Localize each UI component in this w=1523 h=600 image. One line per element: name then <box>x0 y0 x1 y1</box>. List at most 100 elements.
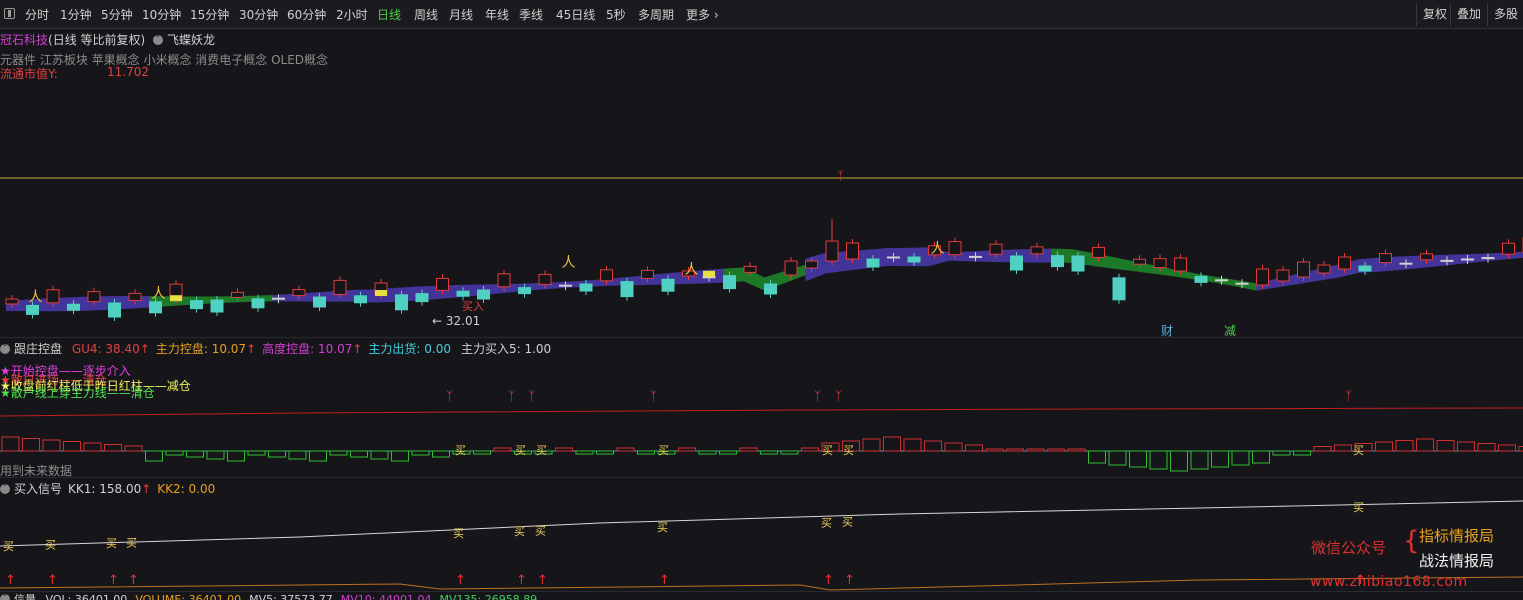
control-bar <box>1047 448 1065 452</box>
candle-body <box>67 303 80 311</box>
control-bar <box>83 442 102 452</box>
dropdown-circle-icon[interactable] <box>153 30 164 45</box>
control-bar <box>1006 448 1024 452</box>
control-bar <box>575 450 594 455</box>
man-marker-icon: 人 <box>931 241 945 257</box>
candle-body <box>190 300 203 310</box>
control-bar <box>903 438 922 452</box>
up-arrow-icon: ↑ <box>352 342 363 356</box>
candle-body <box>579 283 593 292</box>
candle-body <box>641 269 654 279</box>
control-bar <box>739 447 758 452</box>
buy-signal-icon: 买 <box>45 539 56 552</box>
red-arrow-icon: ↑ <box>537 573 548 588</box>
control-bar <box>596 450 614 455</box>
indicator-name[interactable]: 飞蝶妖龙 <box>167 33 215 47</box>
control-bar <box>391 450 409 462</box>
candle-body <box>1071 255 1085 272</box>
chart-canvas: 人人人 人人ᛉᛉ ᛉ ᛉ ᛉ ᛉ ᛉ ᛉ买买买买买买买买↑买↑买↑买↑买↑买↑买↑买↑买↑买↑… <box>0 169 1523 591</box>
stock-name[interactable]: 冠石科技 <box>0 33 48 47</box>
control-bar <box>1 436 20 452</box>
control-bar <box>1108 450 1127 466</box>
butterfly-icon: ᛉ <box>814 389 821 403</box>
candle-body <box>764 283 777 295</box>
buy-signal-icon: 买 <box>822 444 833 457</box>
buy-signal-icon: 买 <box>514 525 525 538</box>
candle-body <box>1256 268 1269 286</box>
highlight-candle <box>703 270 715 277</box>
highlight-candle <box>375 290 387 296</box>
control-bar <box>1026 448 1045 452</box>
control-bar <box>1416 438 1434 452</box>
control-bar <box>965 444 983 452</box>
buy-signal-icon: 买 <box>106 537 117 550</box>
panel2-value-1: 主力控盘: 10.07 <box>155 342 247 356</box>
control-bar <box>186 450 204 458</box>
control-bar <box>309 450 327 462</box>
dropdown-circle-icon[interactable] <box>0 339 10 354</box>
buy-signal-icon: 买 <box>843 444 854 457</box>
panel-divider <box>0 477 1523 478</box>
panel2-title[interactable]: 跟庄控盘 <box>14 342 62 356</box>
panel3-title[interactable]: 买入信号 <box>14 482 62 496</box>
buy-signal-icon: 买 <box>658 444 669 457</box>
wechat-label: 微信公众号 <box>1311 539 1387 557</box>
low-price-value: 32.01 <box>445 314 481 328</box>
candle-body <box>1481 257 1495 260</box>
control-bar <box>1436 440 1455 452</box>
control-bar <box>985 448 1004 452</box>
candle-body <box>600 269 613 282</box>
up-arrow-icon: ↑ <box>246 342 257 356</box>
candle-body <box>313 296 326 308</box>
control-bar <box>432 450 450 458</box>
candle-body <box>456 290 470 297</box>
red-arrow-icon: ↑ <box>455 573 466 588</box>
buy-signal-icon: 买 <box>536 444 547 457</box>
legend-line-3: ★散户线上穿主力线——清仓 <box>0 386 155 400</box>
red-arrow-icon: ↑ <box>844 573 855 588</box>
candle-body <box>1317 264 1331 274</box>
buy-signal-icon: 买 <box>453 527 464 540</box>
control-bar <box>370 450 389 460</box>
control-bar <box>1170 450 1188 472</box>
buy-signal-icon: 买 <box>455 444 466 457</box>
control-bar <box>637 450 655 455</box>
kk2-value: KK2: 0.00 <box>157 482 216 496</box>
candle-body <box>887 256 900 259</box>
buy-signal-icon: 买 <box>535 525 546 538</box>
panel2-value-4: 主力买入5: 1.00 <box>460 342 552 356</box>
red-arrow-icon: ↑ <box>516 573 527 588</box>
control-bar <box>247 450 266 456</box>
site-url: www.zhibiao168.com <box>1310 574 1468 590</box>
low-price-label: ← 32.01 <box>432 314 481 328</box>
man-marker-icon: 人 <box>685 262 699 278</box>
candle-body <box>1502 242 1515 255</box>
candle-body <box>1399 262 1413 265</box>
kk1-value: KK1: 158.00 <box>68 482 142 496</box>
dropdown-circle-icon[interactable] <box>0 479 10 494</box>
brand-line2: 战法情报局 <box>1419 552 1495 570</box>
butterfly-icon: ᛉ <box>1345 389 1352 403</box>
control-bar <box>719 450 737 455</box>
candle-body <box>1215 279 1228 282</box>
candle-body <box>1235 282 1249 285</box>
candle-body <box>866 258 880 268</box>
stock-header: 冠石科技(日线 等比前复权) 飞蝶妖龙 <box>0 30 215 48</box>
control-bar <box>350 450 368 458</box>
buy-signal-icon: 买 <box>3 540 14 553</box>
brace-icon: { <box>1403 526 1420 556</box>
red-arrow-icon: ↑ <box>128 573 139 588</box>
control-bar <box>165 450 184 456</box>
dropdown-circle-icon[interactable] <box>0 589 10 600</box>
butterfly-icon: ᛉ <box>835 389 842 403</box>
candle-body <box>1030 246 1044 255</box>
bottom-value-3: MV10: 44001.04 <box>340 593 432 600</box>
panel2-header: 跟庄控盘 GU4: 38.40↑主力控盘: 10.07↑高度控盘: 10.07↑… <box>0 339 561 357</box>
candle-body <box>1133 258 1146 265</box>
control-bar <box>124 445 143 452</box>
up-arrow-icon: ↑ <box>141 482 152 496</box>
bottom-title[interactable]: 信量 <box>14 593 36 600</box>
control-bar <box>206 450 225 460</box>
control-bar <box>22 438 40 452</box>
control-bar <box>1149 450 1168 470</box>
